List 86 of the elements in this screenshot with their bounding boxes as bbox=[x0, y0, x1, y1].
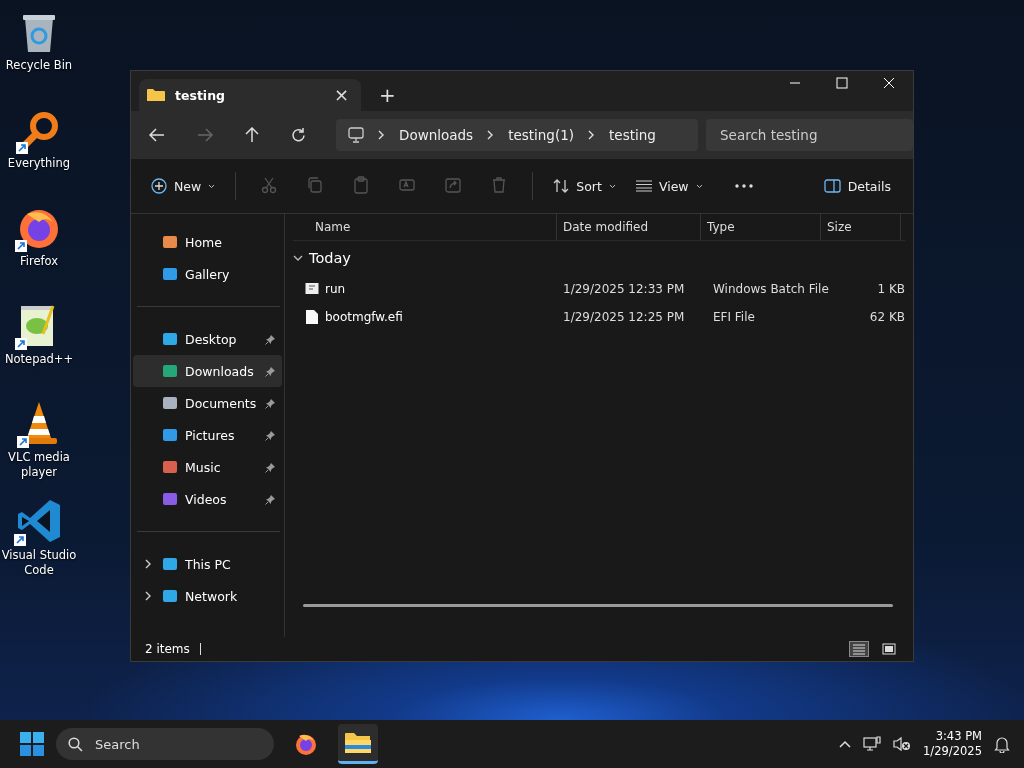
item-count: 2 items bbox=[145, 642, 190, 656]
forward-arrow-icon[interactable] bbox=[197, 128, 213, 142]
desktop-icon-label[interactable]: Firefox bbox=[19, 254, 59, 269]
chevron-right-icon[interactable] bbox=[144, 559, 152, 569]
paste-icon bbox=[352, 175, 371, 194]
tab-title: testing bbox=[175, 87, 226, 103]
desktop-icon-label[interactable]: Notepad++ bbox=[4, 352, 74, 367]
sidebar-item[interactable]: Network bbox=[133, 580, 282, 612]
tiles-view-button[interactable] bbox=[879, 641, 899, 657]
desktop-icon-label[interactable]: VLC media player bbox=[0, 450, 78, 480]
bell-icon[interactable] bbox=[994, 735, 1010, 753]
column-header[interactable]: Size bbox=[821, 214, 901, 240]
batch-file-icon bbox=[305, 281, 319, 297]
chevron-down-icon bbox=[293, 254, 303, 262]
lines-icon bbox=[635, 180, 652, 192]
firefox-icon bbox=[294, 732, 318, 756]
chevron-up-icon[interactable] bbox=[839, 740, 852, 748]
search-field[interactable]: Search testing bbox=[706, 119, 913, 151]
search-input[interactable]: Search bbox=[93, 735, 247, 753]
sidebar-item[interactable]: Desktop bbox=[133, 323, 282, 355]
search-icon bbox=[68, 736, 83, 752]
caret-icon bbox=[208, 183, 216, 189]
code-editor-icon[interactable] bbox=[16, 498, 62, 544]
muted-speaker-icon[interactable] bbox=[893, 736, 912, 752]
column-header[interactable]: Date modified bbox=[557, 214, 701, 240]
breadcrumb[interactable]: Downloads bbox=[399, 127, 474, 143]
chevron-right-icon[interactable] bbox=[144, 591, 152, 601]
folder-tab[interactable]: testing × bbox=[139, 79, 361, 111]
caret-icon bbox=[608, 183, 616, 189]
caret-icon bbox=[695, 183, 703, 189]
new-tab-button[interactable]: + bbox=[375, 85, 400, 105]
folder-icon bbox=[345, 731, 371, 754]
refresh-icon[interactable] bbox=[291, 127, 306, 143]
scissors-icon bbox=[260, 175, 279, 194]
windows-start-icon[interactable] bbox=[20, 732, 44, 756]
date-cell-text: 1/29/2025 12:33 PM bbox=[562, 282, 686, 296]
copy-icon bbox=[306, 175, 325, 194]
sort-arrows-icon bbox=[553, 178, 570, 194]
more-options-icon[interactable] bbox=[734, 184, 753, 188]
sidebar-item[interactable]: Videos bbox=[133, 483, 282, 515]
up-arrow-icon[interactable] bbox=[245, 127, 259, 143]
sidebar-item[interactable]: This PC bbox=[133, 548, 282, 580]
share-icon bbox=[444, 175, 463, 194]
close-icon[interactable] bbox=[883, 77, 895, 89]
view-button[interactable]: View bbox=[627, 172, 711, 200]
chevron-right-icon[interactable] bbox=[588, 130, 596, 140]
date-cell-text: 1/29/2025 12:25 PM bbox=[562, 310, 686, 324]
breadcrumb[interactable]: testing bbox=[609, 127, 656, 143]
chevron-right-icon[interactable] bbox=[487, 130, 495, 140]
folder-icon bbox=[147, 88, 165, 102]
desktop-icon-label[interactable]: Visual Studio Code bbox=[0, 548, 78, 578]
clock-date[interactable]: 1/29/2025 bbox=[923, 744, 982, 759]
details-pane-icon bbox=[823, 179, 841, 193]
plus-circle-icon bbox=[151, 178, 167, 194]
sort-button[interactable]: Sort bbox=[545, 172, 624, 200]
desktop-icon-label[interactable]: Recycle Bin bbox=[5, 58, 73, 73]
maximize-icon[interactable] bbox=[836, 77, 848, 89]
recycle-bin-icon[interactable] bbox=[21, 12, 57, 54]
scrollbar[interactable] bbox=[303, 604, 893, 607]
type-cell-text: Windows Batch File bbox=[712, 282, 830, 296]
sidebar-item[interactable]: Downloads bbox=[133, 355, 282, 387]
type-cell-text: EFI File bbox=[712, 310, 756, 324]
chevron-right-icon[interactable] bbox=[378, 130, 385, 140]
sidebar-item[interactable]: Pictures bbox=[133, 419, 282, 451]
details-button[interactable]: Details bbox=[815, 172, 899, 200]
group-header[interactable]: Today bbox=[293, 241, 905, 275]
size-cell-text: 1 KB bbox=[876, 282, 905, 296]
sidebar-item[interactable]: Documents bbox=[133, 387, 282, 419]
details-view-button[interactable] bbox=[849, 641, 869, 657]
new-button[interactable]: New bbox=[143, 172, 224, 200]
desktop-icon-label[interactable]: Everything bbox=[7, 156, 71, 171]
back-arrow-icon[interactable] bbox=[149, 128, 165, 142]
address-bar[interactable]: Downloads testing(1) testing bbox=[336, 119, 698, 151]
taskbar-app-button[interactable] bbox=[338, 724, 378, 764]
file-name[interactable]: run bbox=[325, 282, 346, 296]
breadcrumb[interactable]: testing(1) bbox=[508, 127, 575, 143]
close-tab-button[interactable]: × bbox=[329, 86, 353, 104]
sidebar-item[interactable]: Music bbox=[133, 451, 282, 483]
sidebar-item[interactable]: Gallery bbox=[133, 258, 282, 290]
file-name[interactable]: bootmgfw.efi bbox=[325, 310, 403, 324]
column-header[interactable]: Type bbox=[701, 214, 821, 240]
clock-time[interactable]: 3:43 PM bbox=[935, 729, 982, 744]
taskbar-search-bar[interactable]: Search bbox=[56, 728, 274, 760]
column-header[interactable]: Name bbox=[293, 214, 557, 240]
size-cell-text: 62 KB bbox=[868, 310, 905, 324]
sidebar-item[interactable]: Home bbox=[133, 226, 282, 258]
